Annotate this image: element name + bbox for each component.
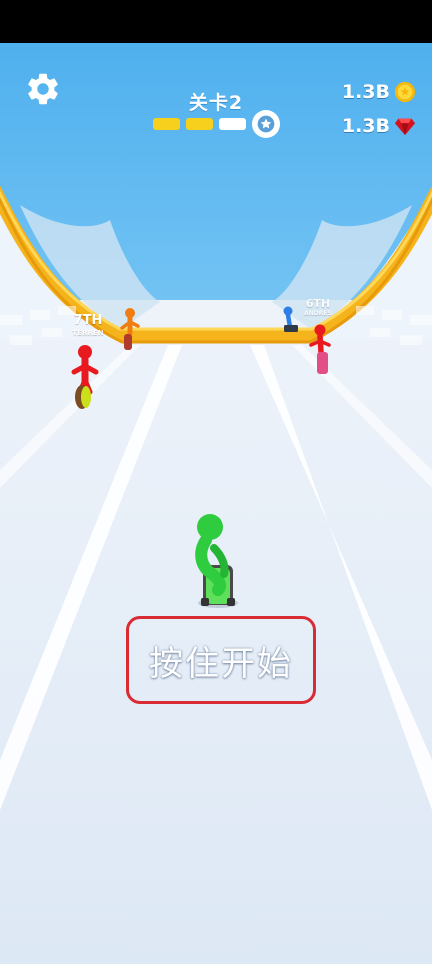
progress-segment: [219, 118, 246, 130]
level-goal-badge: [252, 110, 280, 138]
settings-button[interactable]: [24, 70, 62, 108]
racer-label: 7TH TERREN: [66, 314, 110, 337]
racer-rank: 6TH: [305, 297, 331, 310]
racer-name: ANDRES: [304, 310, 332, 317]
gem-counter: 1.3B: [342, 113, 416, 139]
hold-to-start-button[interactable]: 按住开始: [126, 616, 316, 704]
racer-label: 6TH ANDRES: [298, 298, 338, 317]
start-prompt-text: 按住开始: [149, 643, 293, 684]
coin-counter: 1.3B: [342, 79, 416, 105]
gear-icon: [28, 73, 58, 105]
progress-segment: [186, 118, 213, 130]
progress-segment: [153, 118, 180, 130]
gem-amount: 1.3B: [341, 115, 390, 137]
racer-name: TERREN: [72, 329, 104, 337]
coin-icon: [394, 81, 416, 103]
gem-icon: [394, 118, 416, 136]
level-progress: [153, 110, 280, 138]
status-bar: [0, 0, 432, 43]
coin-amount: 1.3B: [341, 81, 390, 103]
racer-rank: 7TH: [73, 313, 103, 328]
star-icon: [257, 115, 275, 133]
game-scene: [0, 43, 432, 964]
